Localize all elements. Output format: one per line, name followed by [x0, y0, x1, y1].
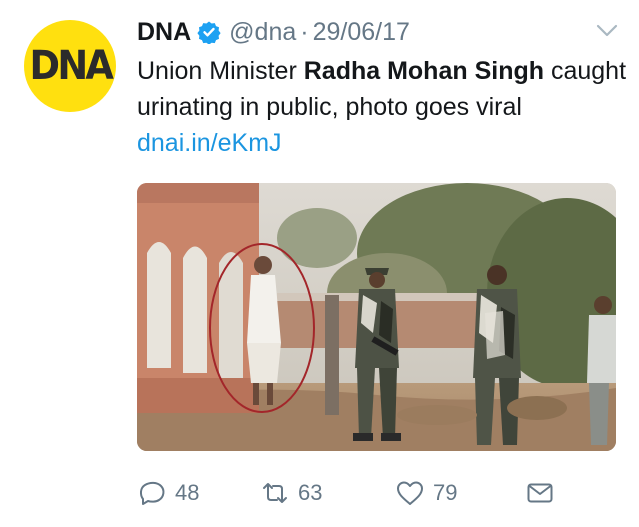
reply-count: 48 [175, 480, 200, 505]
reply-icon [139, 481, 165, 505]
like-button[interactable]: 79 [395, 476, 457, 510]
tweet-actions: 48 63 79 [137, 476, 617, 510]
tweet-text-prefix: Union Minister [137, 57, 304, 85]
chevron-down-icon[interactable] [596, 24, 618, 38]
reply-button[interactable]: 48 [137, 476, 199, 510]
like-count: 79 [433, 480, 458, 505]
direct-message-button[interactable] [525, 476, 563, 510]
header-separator: · [300, 17, 309, 46]
tweet-photo[interactable] [137, 183, 616, 451]
avatar[interactable]: DNA [24, 20, 116, 112]
tweet-text-bold: Radha Mohan Singh [303, 57, 545, 85]
avatar-logo-text: DNA [29, 43, 113, 89]
tweet-link[interactable]: dnai.in/eKmJ [137, 129, 282, 157]
retweet-count: 63 [298, 480, 323, 505]
user-handle[interactable]: @dna [229, 18, 296, 47]
display-name[interactable]: DNA [137, 18, 191, 47]
like-icon [397, 481, 423, 505]
tweet-date[interactable]: 29/06/17 [313, 18, 410, 47]
direct-message-icon [527, 483, 553, 503]
retweet-button[interactable]: 63 [260, 476, 322, 510]
verified-badge-icon [197, 21, 221, 44]
tweet-text: Union Minister Radha Mohan Singh caught … [137, 53, 627, 161]
tweet-header: DNA @dna · 29/06/17 [137, 14, 410, 50]
retweet-icon [263, 483, 287, 503]
